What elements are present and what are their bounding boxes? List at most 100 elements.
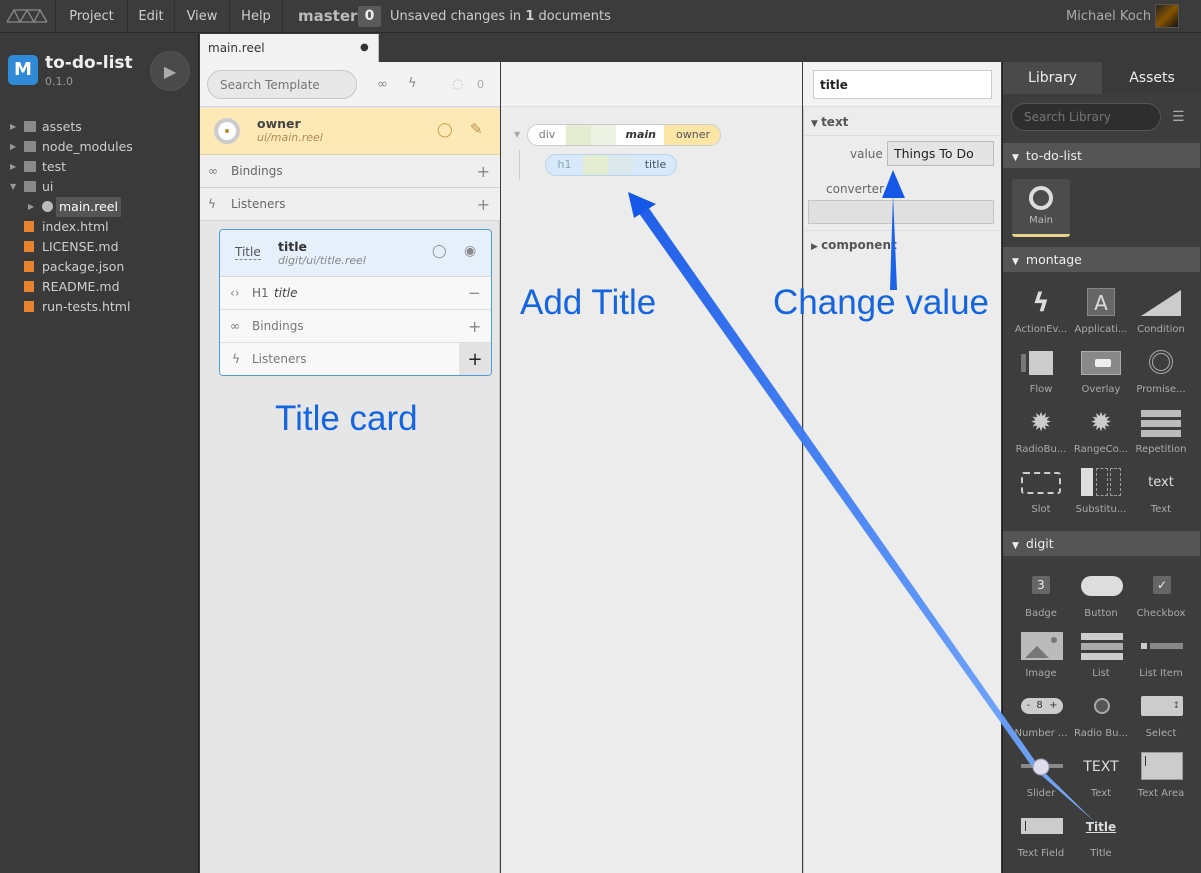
library-item-rangeco[interactable]: ✹ RangeCo... <box>1071 408 1131 466</box>
library-item-main[interactable]: Main <box>1012 179 1070 237</box>
library-item-title[interactable]: Title Title <box>1071 812 1131 870</box>
comment-icon[interactable]: ◯ <box>432 244 447 259</box>
h1-node[interactable]: h1 title <box>545 154 677 176</box>
collapse-triangle-icon[interactable]: ▼ <box>514 130 520 139</box>
menu-view[interactable]: View <box>175 0 230 33</box>
library-item-applicati[interactable]: A Applicati... <box>1071 288 1131 346</box>
edit-pencil-icon[interactable]: ✎ <box>470 120 483 138</box>
search-library-input[interactable] <box>1011 103 1161 131</box>
add-binding-icon[interactable]: + <box>477 155 490 188</box>
library-item-text[interactable]: text Text <box>1131 468 1191 526</box>
menu-project[interactable]: Project <box>55 0 128 33</box>
library-item-actionev[interactable]: ϟ ActionEv... <box>1011 288 1071 346</box>
listeners-filter-icon[interactable]: ϟ <box>408 76 417 91</box>
title-bindings-row[interactable]: ∞ Bindings + <box>220 310 491 343</box>
tree-item-license-md[interactable]: LICENSE.md <box>0 237 199 257</box>
menu-help[interactable]: Help <box>230 0 283 33</box>
hidden-eye-icon[interactable]: ◌ <box>452 77 463 92</box>
library-item-flow[interactable]: Flow <box>1011 348 1071 406</box>
tree-item-node-modules[interactable]: ▶ node_modules <box>0 137 199 157</box>
title-listeners-row[interactable]: ϟ Listeners + <box>220 343 491 375</box>
collapse-triangle-icon[interactable]: ▶ <box>10 137 16 157</box>
tree-item-package-json[interactable]: package.json <box>0 257 199 277</box>
tab-library[interactable]: Library <box>1003 62 1103 94</box>
inspector-search-input[interactable] <box>813 70 992 99</box>
unsaved-count: 1 <box>525 9 535 24</box>
avatar[interactable] <box>1155 4 1179 28</box>
bindings-filter-icon[interactable]: ∞ <box>377 77 388 92</box>
library-item-number[interactable]: - 8 + Number ... <box>1011 692 1071 750</box>
tree-item-assets[interactable]: ▶ assets <box>0 117 199 137</box>
div-node-owner: owner <box>664 125 720 145</box>
library-item-repetition[interactable]: Repetition <box>1131 408 1191 466</box>
list-view-icon[interactable]: ☰ <box>1172 109 1185 125</box>
title-card-header[interactable]: Title title digit/ui/title.reel ◯ ◉ <box>220 230 491 277</box>
library-item-promise[interactable]: Promise... <box>1131 348 1191 406</box>
annotation-change-value: Change value <box>773 283 989 322</box>
run-button[interactable]: ▶ <box>150 51 190 91</box>
library-section-digit[interactable]: ▼ digit <box>1003 531 1200 556</box>
library-item-list[interactable]: List <box>1071 632 1131 690</box>
library-item-label: Promise... <box>1136 384 1186 395</box>
library-item-text[interactable]: TEXT Text <box>1071 752 1131 810</box>
tree-item-index-html[interactable]: index.html <box>0 217 199 237</box>
library-item-label: Button <box>1084 608 1118 619</box>
library-item-badge[interactable]: 3 Badge <box>1011 572 1071 630</box>
unsaved-status: Unsaved changes in 1 documents <box>390 0 611 33</box>
converter-field[interactable] <box>808 200 994 224</box>
library-item-slider[interactable]: Slider <box>1011 752 1071 810</box>
tree-item-label: main.reel <box>56 197 121 217</box>
value-field[interactable] <box>887 141 994 166</box>
library-item-slot[interactable]: Slot <box>1011 468 1071 526</box>
section-text-header[interactable]: ▼ text <box>811 115 848 129</box>
tree-item-test[interactable]: ▶ test <box>0 157 199 177</box>
title-component-card[interactable]: Title title digit/ui/title.reel ◯ ◉ ‹› H… <box>219 229 492 376</box>
owner-listeners-row[interactable]: ϟ Listeners + <box>200 188 500 221</box>
text-icon: text <box>1148 475 1174 490</box>
tree-item-main-reel[interactable]: ▶ main.reel <box>0 197 199 217</box>
section-component-header[interactable]: ▶ component <box>811 238 1001 252</box>
comment-icon[interactable]: ◯ <box>437 122 453 138</box>
collapse-triangle-icon[interactable]: ▶ <box>10 117 16 137</box>
owner-bindings-row[interactable]: ∞ Bindings + <box>200 155 500 188</box>
add-binding-icon[interactable]: + <box>468 310 481 343</box>
library-item-text-field[interactable]: Text Field <box>1011 812 1071 870</box>
library-item-label: Title <box>1090 848 1112 859</box>
tab-assets[interactable]: Assets <box>1103 62 1201 94</box>
tree-item-label: package.json <box>42 259 125 274</box>
branch-name[interactable]: master <box>298 0 357 33</box>
div-node[interactable]: div main owner <box>527 124 721 146</box>
tree-item-run-tests-html[interactable]: run-tests.html <box>0 297 199 317</box>
section-component-label: component <box>821 238 897 252</box>
library-item-radio-bu[interactable]: Radio Bu... <box>1071 692 1131 750</box>
montage-studio-logo-icon <box>6 8 48 24</box>
menu-edit[interactable]: Edit <box>128 0 175 33</box>
library-item-list-item[interactable]: List Item <box>1131 632 1191 690</box>
library-section-montage[interactable]: ▼ montage <box>1003 247 1200 272</box>
owner-card[interactable] <box>200 108 500 155</box>
library-item-image[interactable]: Image <box>1011 632 1071 690</box>
tree-item-readme-md[interactable]: README.md <box>0 277 199 297</box>
expand-triangle-icon: ▼ <box>1012 541 1019 551</box>
library-item-button[interactable]: Button <box>1071 572 1131 630</box>
tree-item-ui[interactable]: ▼ ui <box>0 177 199 197</box>
library-item-substitu[interactable]: Substitu... <box>1071 468 1131 526</box>
library-item-radiobu[interactable]: ✹ RadioBu... <box>1011 408 1071 466</box>
library-item-text-area[interactable]: Text Area <box>1131 752 1191 810</box>
search-template-input[interactable] <box>207 70 357 99</box>
library-item-condition[interactable]: Condition <box>1131 288 1191 346</box>
collapse-triangle-icon[interactable]: ▶ <box>10 157 16 177</box>
visibility-eye-icon[interactable]: ◉ <box>464 243 476 259</box>
remove-element-icon[interactable]: − <box>468 277 481 310</box>
library-item-select[interactable]: ↕ Select <box>1131 692 1191 750</box>
title-element-row[interactable]: ‹› H1 title − <box>220 277 491 310</box>
library-section-project[interactable]: ▼ to-do-list <box>1003 143 1200 168</box>
add-listener-icon[interactable]: + <box>477 188 490 221</box>
document-tab-main-reel[interactable]: main.reel <box>200 34 379 62</box>
expand-triangle-icon[interactable]: ▼ <box>10 177 16 197</box>
file-icon <box>24 261 34 272</box>
add-listener-button[interactable]: + <box>459 343 491 375</box>
library-item-overlay[interactable]: Overlay <box>1071 348 1131 406</box>
collapse-triangle-icon[interactable]: ▶ <box>28 197 34 217</box>
library-item-checkbox[interactable]: ✓ Checkbox <box>1131 572 1191 630</box>
